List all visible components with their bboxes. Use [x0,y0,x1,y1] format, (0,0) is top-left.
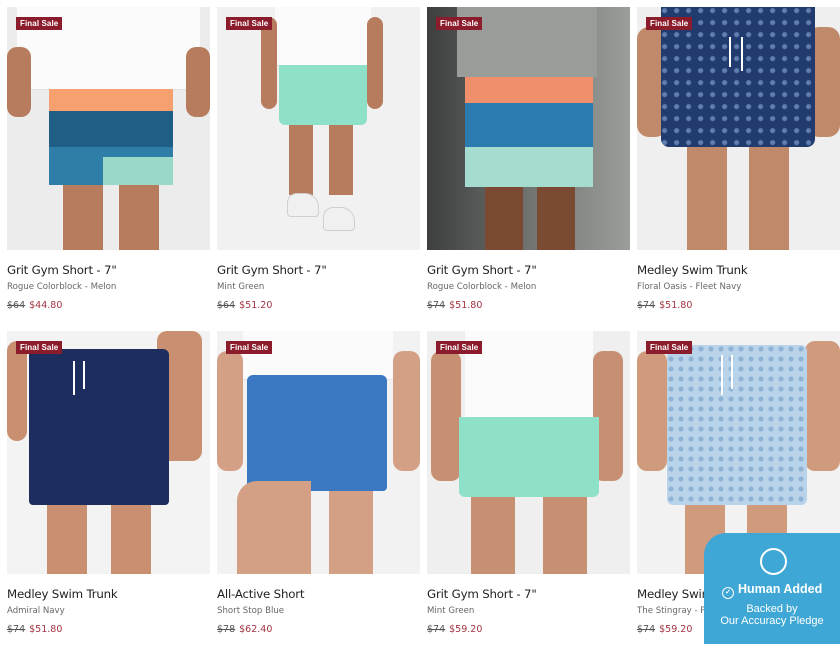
final-sale-badge: Final Sale [226,341,273,354]
final-sale-badge: Final Sale [646,17,693,30]
original-price: $74 [427,624,446,635]
sale-price: $59.20 [659,624,693,635]
widget-subtitle: Backed by Our Accuracy Pledge [704,603,840,627]
product-name[interactable]: Grit Gym Short - 7" [427,263,630,277]
product-name[interactable]: Grit Gym Short - 7" [427,587,630,601]
product-card[interactable]: Final Sale Grit Gym Short - 7" Rogue Col… [7,7,210,325]
sale-price: $44.80 [29,300,63,311]
product-price: $78 $62.40 [217,624,420,635]
product-image[interactable] [427,7,630,250]
sale-price: $62.40 [239,624,273,635]
original-price: $74 [427,300,446,311]
product-card[interactable]: Final Sale Medley Swim Trunk Admiral Nav… [7,331,210,649]
product-image[interactable] [217,331,420,574]
product-variant: Mint Green [217,282,265,292]
product-name[interactable]: All-Active Short [217,587,420,601]
sale-price: $51.80 [449,300,483,311]
product-name[interactable]: Medley Swim Trunk [637,263,840,277]
product-card[interactable]: Final Sale Medley Swim Trunk Floral Oasi… [637,7,840,325]
product-variant: Rogue Colorblock - Melon [7,282,117,292]
product-variant: Mint Green [427,606,475,616]
original-price: $74 [637,300,656,311]
widget-line2: Our Accuracy Pledge [720,615,824,627]
final-sale-badge: Final Sale [436,341,483,354]
product-card[interactable]: Final Sale Grit Gym Short - 7" Rogue Col… [427,7,630,325]
product-variant: Rogue Colorblock - Melon [427,282,537,292]
product-price: $74 $51.80 [427,300,630,311]
original-price: $74 [637,624,656,635]
final-sale-badge: Final Sale [646,341,693,354]
product-image[interactable] [7,7,210,250]
sale-price: $59.20 [449,624,483,635]
accuracy-pledge-widget[interactable]: ✓ Human Added Backed by Our Accuracy Pled… [704,533,840,644]
check-circle-icon: ✓ [722,587,734,599]
product-price: $74 $59.20 [427,624,630,635]
product-variant: Admiral Navy [7,606,65,616]
sale-price: $51.80 [29,624,63,635]
pledge-badge-icon [760,548,787,575]
product-image[interactable] [7,331,210,574]
final-sale-badge: Final Sale [226,17,273,30]
sale-price: $51.20 [239,300,273,311]
product-image[interactable] [217,7,420,250]
product-card[interactable]: Final Sale Grit Gym Short - 7" Mint Gree… [217,7,420,325]
product-price: $74 $51.80 [637,300,840,311]
product-variant: Short Stop Blue [217,606,285,616]
sale-price: $51.80 [659,300,693,311]
widget-title: ✓ Human Added [722,582,822,599]
final-sale-badge: Final Sale [436,17,483,30]
product-image[interactable] [427,331,630,574]
product-name[interactable]: Grit Gym Short - 7" [217,263,420,277]
product-price: $74 $51.80 [7,624,210,635]
product-card[interactable]: Final Sale Grit Gym Short - 7" Mint Gree… [427,331,630,649]
original-price: $64 [217,300,236,311]
original-price: $64 [7,300,26,311]
final-sale-badge: Final Sale [16,341,63,354]
original-price: $78 [217,624,236,635]
widget-title-text: Human Added [738,582,823,596]
original-price: $74 [7,624,26,635]
product-variant: Floral Oasis - Fleet Navy [637,282,742,292]
product-card[interactable]: Final Sale All-Active Short Short Stop B… [217,331,420,649]
final-sale-badge: Final Sale [16,17,63,30]
product-image[interactable] [637,7,840,250]
product-price: $64 $44.80 [7,300,210,311]
product-name[interactable]: Medley Swim Trunk [7,587,210,601]
product-name[interactable]: Grit Gym Short - 7" [7,263,210,277]
widget-line1: Backed by [746,603,798,615]
product-price: $64 $51.20 [217,300,420,311]
